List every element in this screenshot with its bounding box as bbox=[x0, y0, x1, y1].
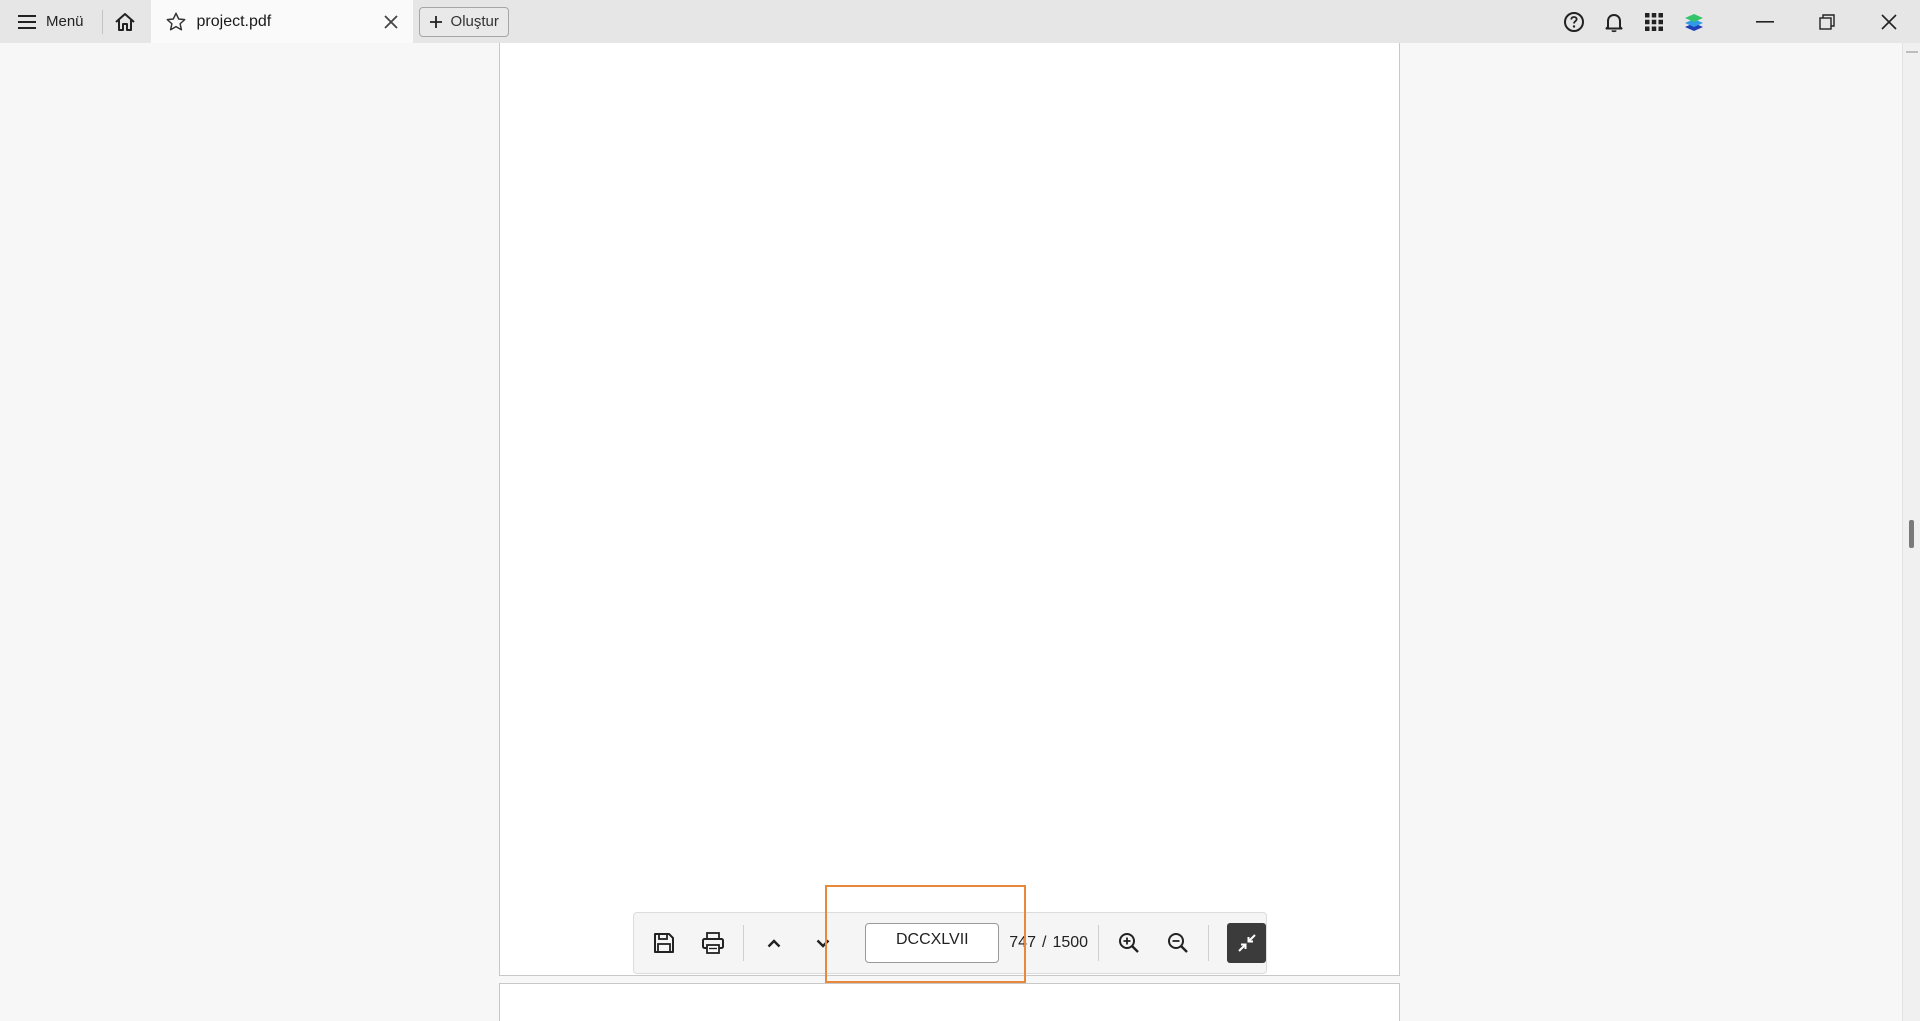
new-label: Oluştur bbox=[450, 13, 499, 30]
close-window-icon bbox=[1881, 13, 1897, 30]
pdf-page-next bbox=[499, 983, 1400, 1021]
scroll-up-indicator[interactable] bbox=[1906, 47, 1918, 53]
pdf-toolbar: 747 / 1500 bbox=[633, 912, 1267, 974]
hamburger-icon bbox=[18, 14, 36, 29]
scrollbar-thumb[interactable] bbox=[1909, 520, 1914, 548]
restore-button[interactable] bbox=[1796, 0, 1858, 43]
print-icon bbox=[701, 932, 724, 954]
minimize-button[interactable] bbox=[1734, 0, 1796, 43]
current-page-number: 747 bbox=[1009, 934, 1036, 951]
page-separator: / bbox=[1041, 934, 1047, 951]
toolbar-divider bbox=[1098, 925, 1099, 961]
zoom-out-button[interactable] bbox=[1154, 919, 1203, 967]
plus-icon bbox=[429, 15, 442, 28]
titlebar-right-controls bbox=[1554, 0, 1920, 43]
page-number-input[interactable] bbox=[865, 923, 1000, 963]
menu-button[interactable]: Menü bbox=[0, 0, 102, 43]
close-window-button[interactable] bbox=[1858, 0, 1920, 43]
notifications-button[interactable] bbox=[1594, 0, 1634, 43]
apps-button[interactable] bbox=[1634, 0, 1674, 43]
zoom-in-button[interactable] bbox=[1105, 919, 1154, 967]
menu-label: Menü bbox=[46, 13, 84, 30]
print-button[interactable] bbox=[689, 919, 738, 967]
page-count: 747 / 1500 bbox=[1009, 934, 1088, 952]
vertical-scrollbar[interactable] bbox=[1902, 43, 1920, 1021]
grid-icon bbox=[1645, 12, 1663, 31]
tab-title: project.pdf bbox=[196, 12, 272, 30]
save-button[interactable] bbox=[640, 919, 689, 967]
exit-fullscreen-button[interactable] bbox=[1227, 923, 1266, 963]
bell-icon bbox=[1605, 13, 1623, 32]
chevron-up-icon bbox=[768, 938, 781, 947]
close-icon bbox=[383, 14, 398, 29]
chevron-down-icon bbox=[816, 939, 830, 948]
tab-close-button[interactable] bbox=[381, 12, 401, 32]
collapse-arrows-icon bbox=[1237, 934, 1256, 952]
pdf-page-current bbox=[499, 43, 1400, 976]
zoom-in-icon bbox=[1119, 933, 1140, 953]
zoom-out-icon bbox=[1167, 933, 1188, 953]
minimize-icon bbox=[1756, 20, 1774, 23]
help-icon bbox=[1564, 11, 1584, 32]
home-button[interactable] bbox=[103, 0, 147, 43]
restore-icon bbox=[1819, 13, 1835, 30]
save-icon bbox=[654, 933, 675, 953]
home-icon bbox=[114, 12, 135, 31]
tab-project-pdf[interactable]: project.pdf bbox=[150, 0, 413, 43]
new-button[interactable]: Oluştur bbox=[418, 6, 509, 37]
previous-page-button[interactable] bbox=[750, 919, 799, 967]
toolbar-divider bbox=[743, 925, 745, 961]
toolbar-divider bbox=[1208, 925, 1210, 961]
help-button[interactable] bbox=[1554, 0, 1594, 43]
layers-logo-icon bbox=[1685, 13, 1703, 31]
title-bar: Menü project.pdf Oluştur bbox=[0, 0, 1920, 43]
total-pages: 1500 bbox=[1052, 934, 1089, 951]
profile-button[interactable] bbox=[1674, 0, 1714, 43]
star-icon[interactable] bbox=[165, 11, 187, 33]
next-page-button[interactable] bbox=[799, 919, 848, 967]
